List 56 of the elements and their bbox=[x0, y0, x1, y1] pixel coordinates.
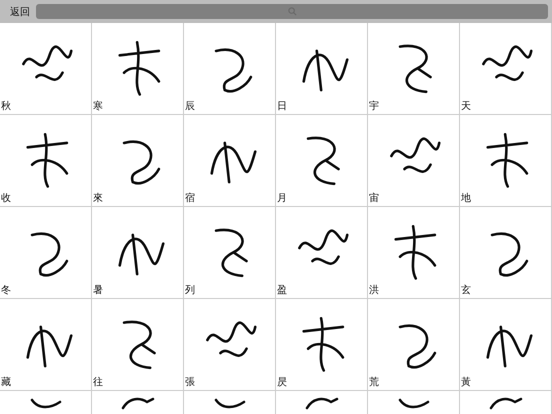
calligraphy-drawing bbox=[212, 396, 246, 410]
character-tile[interactable]: 昃 bbox=[276, 299, 368, 391]
character-tile[interactable]: 往 bbox=[92, 299, 184, 391]
character-tile[interactable]: 秋 bbox=[0, 23, 92, 115]
character-label: 天 bbox=[461, 101, 471, 113]
character-label: 宿 bbox=[185, 193, 195, 205]
character-tile[interactable]: 寒 bbox=[92, 23, 184, 115]
character-label: 寒 bbox=[93, 101, 103, 113]
search-field[interactable] bbox=[36, 4, 548, 19]
character-tile[interactable]: 收 bbox=[0, 115, 92, 207]
character-label: 昃 bbox=[277, 377, 287, 389]
character-label: 張 bbox=[185, 377, 195, 389]
character-tile[interactable]: 藏 bbox=[0, 299, 92, 391]
character-label: 玄 bbox=[461, 285, 471, 297]
character-tile[interactable]: 辰 bbox=[184, 23, 276, 115]
calligraphy-drawing bbox=[304, 396, 338, 410]
character-label: 月 bbox=[277, 193, 287, 205]
character-tile[interactable]: 天 bbox=[460, 23, 552, 115]
character-tile[interactable]: 盈 bbox=[276, 207, 368, 299]
character-tile[interactable]: 宙 bbox=[368, 115, 460, 207]
character-tile[interactable]: 黃 bbox=[460, 299, 552, 391]
character-tile[interactable]: 冬 bbox=[0, 207, 92, 299]
character-tile[interactable]: 暑 bbox=[92, 207, 184, 299]
calligraphy-drawing bbox=[120, 396, 154, 410]
character-tile[interactable]: 地 bbox=[460, 115, 552, 207]
character-label: 列 bbox=[185, 285, 195, 297]
calligraphy-drawing bbox=[28, 396, 62, 410]
character-tile[interactable]: 宿 bbox=[184, 115, 276, 207]
character-tile[interactable]: 宇 bbox=[368, 23, 460, 115]
character-label: 地 bbox=[461, 193, 471, 205]
character-tile[interactable]: 洪 bbox=[368, 207, 460, 299]
character-label: 黃 bbox=[461, 377, 471, 389]
character-label: 來 bbox=[93, 193, 103, 205]
back-button[interactable]: 返回 bbox=[8, 4, 32, 18]
character-label: 盈 bbox=[277, 285, 287, 297]
character-label: 冬 bbox=[1, 285, 11, 297]
character-label: 宙 bbox=[369, 193, 379, 205]
character-label: 辰 bbox=[185, 101, 195, 113]
character-tile[interactable]: 張 bbox=[184, 299, 276, 391]
character-tile[interactable]: 荒 bbox=[368, 299, 460, 391]
character-label: 宇 bbox=[369, 101, 379, 113]
character-label: 藏 bbox=[1, 377, 11, 389]
calligraphy-drawing bbox=[396, 396, 430, 410]
character-label: 秋 bbox=[1, 101, 11, 113]
character-label: 洪 bbox=[369, 285, 379, 297]
character-tile[interactable]: 玄 bbox=[460, 207, 552, 299]
character-tile[interactable]: 來 bbox=[92, 115, 184, 207]
character-label: 暑 bbox=[93, 285, 103, 297]
character-tile[interactable]: 列 bbox=[184, 207, 276, 299]
character-label: 荒 bbox=[369, 377, 379, 389]
character-label: 收 bbox=[1, 193, 11, 205]
character-tile[interactable]: 日 bbox=[276, 23, 368, 115]
character-label: 日 bbox=[277, 101, 287, 113]
calligraphy-drawing bbox=[488, 396, 522, 410]
character-label: 往 bbox=[93, 377, 103, 389]
character-tile[interactable]: 月 bbox=[276, 115, 368, 207]
